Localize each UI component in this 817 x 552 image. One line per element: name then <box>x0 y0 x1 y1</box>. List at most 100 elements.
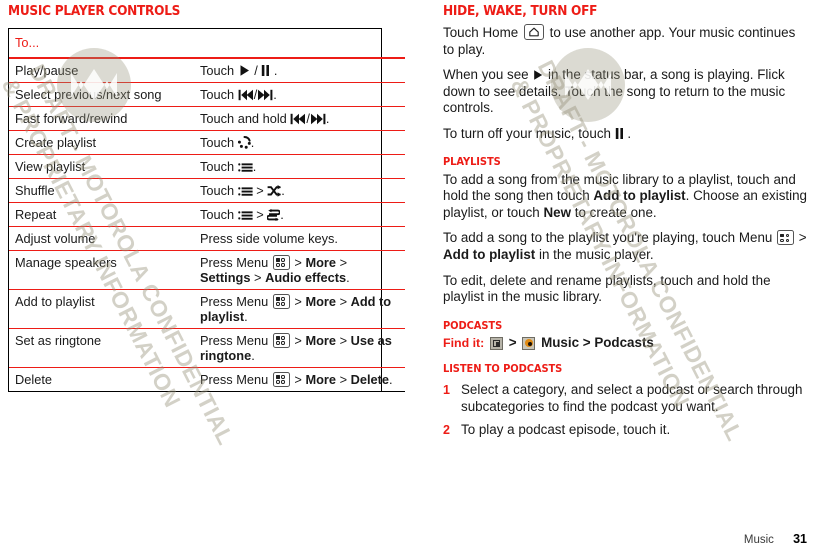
paragraph-text: To add a song to the playlist you're pla… <box>443 230 777 246</box>
action-text: Touch <box>200 207 238 222</box>
playlist-list-icon <box>237 162 253 173</box>
row-label-delete: Delete <box>9 367 194 392</box>
app-launcher-icon[interactable] <box>490 336 504 350</box>
find-it-path: Find it: > Music > Podcasts <box>443 335 809 352</box>
row-action-select-prev-next: Touch /. <box>194 82 405 107</box>
row-label-play-pause: Play/pause <box>9 58 194 83</box>
playlist-list-icon <box>237 186 253 197</box>
menu-item-more: More <box>305 333 337 348</box>
action-text-suffix: . <box>325 111 330 126</box>
table-row: Set as ringtone Press Menu > More > Use … <box>9 328 405 368</box>
left-column: Music player controls To... Play/pause T… <box>8 0 405 392</box>
pause-icon <box>615 127 624 140</box>
press-menu-label: Press Menu <box>200 294 269 309</box>
music-controls-table-wrapper: To... Play/pause Touch / . Select previo… <box>8 28 405 392</box>
paragraph-text: Touch Home <box>443 25 522 40</box>
row-action-repeat: Touch > . <box>194 202 405 227</box>
menu-item-more: More <box>305 255 337 270</box>
manual-page: DRAFT - MOTOROLA CONFIDENTIAL & PROPRIET… <box>0 0 817 552</box>
step-number: 2 <box>443 422 450 437</box>
section-title-listen-to-podcasts: Listen to podcasts <box>443 362 563 376</box>
table-row: Delete Press Menu > More > Delete. <box>9 367 405 392</box>
find-it-app-music[interactable]: Music <box>541 335 579 350</box>
press-menu-label: Press Menu <box>200 372 269 387</box>
find-it-target-podcasts[interactable]: Podcasts <box>594 335 654 350</box>
action-text: Touch <box>200 63 238 78</box>
music-app-icon[interactable] <box>522 336 536 350</box>
row-action-add-to-playlist: Press Menu > More > Add to playlist. <box>194 289 405 329</box>
row-action-fast-forward-rewind: Touch and hold /. <box>194 106 405 131</box>
page-footer: Music 31 <box>744 532 807 546</box>
table-row: Repeat Touch > . <box>9 202 405 227</box>
menu-key-icon <box>272 333 290 348</box>
paragraph-text: to create one. <box>571 204 657 220</box>
music-controls-table: To... Play/pause Touch / . Select previo… <box>9 29 405 392</box>
footer-page-number: 31 <box>793 532 807 546</box>
table-row: View playlist Touch . <box>9 154 405 179</box>
paragraph-text: When you see <box>443 67 533 83</box>
table-row: Create playlist Touch . <box>9 130 405 155</box>
row-action-adjust-volume: Press side volume keys. <box>194 226 405 251</box>
row-action-set-as-ringtone: Press Menu > More > Use as ringtone. <box>194 328 405 368</box>
play-icon <box>238 64 251 77</box>
bold-new: New <box>543 204 572 220</box>
paragraph-text: > <box>795 230 807 246</box>
paragraph-touch-home: Touch Home to use another app. Your musi… <box>443 24 809 58</box>
list-item: 1 Select a category, and select a podcas… <box>443 382 809 415</box>
step-number: 1 <box>443 383 450 398</box>
page-title-music-player-controls: Music player controls <box>8 3 181 19</box>
footer-section-name: Music <box>743 534 774 546</box>
action-text: Touch <box>200 183 238 198</box>
row-action-delete: Press Menu > More > Delete. <box>194 367 405 392</box>
repeat-icon <box>267 209 281 221</box>
menu-item-settings: Settings <box>200 270 251 285</box>
paragraph-text: in the music player. <box>535 246 654 262</box>
row-label-adjust-volume: Adjust volume <box>9 226 194 251</box>
row-action-manage-speakers: Press Menu > More > Settings > Audio eff… <box>194 250 405 290</box>
table-row: Fast forward/rewind Touch and hold /. <box>9 106 405 131</box>
action-text: Touch <box>200 135 238 150</box>
press-menu-label: Press Menu <box>200 333 269 348</box>
table-row: Select previous/next song Touch /. <box>9 82 405 107</box>
menu-key-icon <box>272 294 290 309</box>
section-title-hide-wake-turn-off: Hide, wake, turn off <box>443 3 598 19</box>
paragraph-status-bar-play: When you see in the status bar, a song i… <box>443 67 809 117</box>
paragraph-add-song-to-playlist: To add a song from the music library to … <box>443 172 809 222</box>
paragraph-edit-delete-rename: To edit, delete and rename playlists, to… <box>443 272 771 305</box>
action-text: Touch <box>200 159 238 174</box>
row-label-view-playlist: View playlist <box>9 154 194 179</box>
row-label-manage-speakers: Manage speakers <box>9 250 194 290</box>
menu-key-icon <box>272 255 290 270</box>
row-label-create-playlist: Create playlist <box>9 130 194 155</box>
table-row: Adjust volume Press side volume keys. <box>9 226 405 251</box>
bold-add-to-playlist: Add to playlist <box>593 188 686 204</box>
action-text-suffix: . <box>281 183 285 198</box>
bold-add-to-playlist: Add to playlist <box>443 246 536 262</box>
find-it-separator: > <box>508 334 517 350</box>
action-text-suffix: . <box>273 87 277 102</box>
next-track-icon <box>310 113 326 125</box>
row-label-repeat: Repeat <box>9 202 194 227</box>
table-row: Play/pause Touch / . <box>9 58 405 83</box>
table-row: Shuffle Touch > . <box>9 178 405 203</box>
row-label-fast-forward-rewind: Fast forward/rewind <box>9 106 194 131</box>
step-text: Select a category, and select a podcast … <box>461 382 803 414</box>
play-icon <box>532 69 544 81</box>
list-item: 2 To play a podcast episode, touch it. <box>443 422 809 439</box>
find-it-label: Find it: <box>443 335 485 350</box>
menu-item-delete: Delete <box>350 372 390 387</box>
table-row: Manage speakers Press Menu > More > Sett… <box>9 250 405 290</box>
podcast-steps-list: 1 Select a category, and select a podcas… <box>443 382 809 438</box>
step-text: To play a podcast episode, touch it. <box>461 421 671 437</box>
previous-track-icon <box>238 89 254 101</box>
paragraph-text: . <box>623 125 632 141</box>
paragraph-add-song-while-playing: To add a song to the playlist you're pla… <box>443 230 809 263</box>
row-action-create-playlist: Touch . <box>194 130 405 155</box>
previous-track-icon <box>290 113 306 125</box>
row-action-play-pause: Touch / . <box>194 58 405 83</box>
menu-key-icon <box>272 372 290 387</box>
shuffle-icon <box>267 185 282 197</box>
paragraph-turn-off-music: To turn off your music, touch . <box>443 126 809 143</box>
menu-item-audio-effects: Audio effects <box>265 270 347 285</box>
action-text-suffix: . <box>250 135 255 150</box>
